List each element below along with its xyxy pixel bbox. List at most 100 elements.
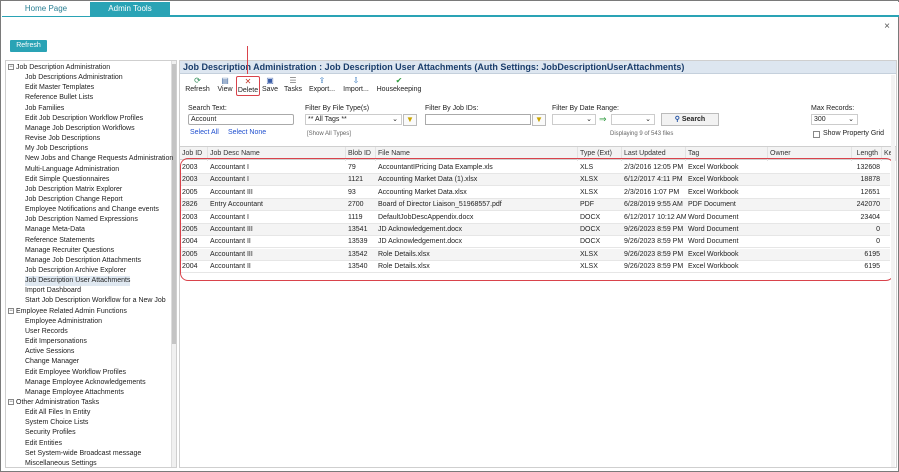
table-row[interactable]: 2826 Entry Accountant 2700 Board of Directo… — [180, 199, 890, 212]
tree-item[interactable]: Miscellaneous Settings — [25, 459, 97, 467]
save-button[interactable]: ▣ Save — [260, 76, 280, 96]
tree-item[interactable]: My Job Descriptions — [25, 144, 88, 154]
column-header[interactable]: Type (Ext) — [578, 147, 622, 161]
tree-item[interactable]: Multi-Language Administration — [25, 165, 119, 175]
max-records-select[interactable]: 300 ⌄ — [811, 114, 858, 125]
table-row[interactable]: 2005 Accountant III 13542 Role Details.xlsx… — [180, 248, 890, 261]
table-row[interactable]: 2003 Accountant I 1119 DefaultJobDescAppend… — [180, 212, 890, 224]
tree-item[interactable]: Edit Entities — [25, 439, 62, 449]
column-header[interactable]: Length — [852, 147, 882, 161]
table-row[interactable]: 2003 Accountant I 79 AccountantIPricing Dat… — [180, 162, 890, 174]
column-header[interactable]: Last Updated — [622, 147, 686, 161]
tree-item[interactable]: Manage Job Description Workflows — [25, 124, 135, 134]
select-none-link[interactable]: Select None — [228, 129, 266, 136]
table-row[interactable]: 2003 Accountant I 1121 Accounting Market Da… — [180, 174, 890, 187]
tree-item[interactable]: Job Descriptions Administration — [25, 73, 123, 83]
tab-home-page[interactable]: Home Page — [2, 2, 90, 16]
tree-item[interactable]: Job Description Named Expressions — [25, 215, 138, 225]
tree-item[interactable]: Change Manager — [25, 357, 79, 367]
import-button[interactable]: ⇩ Import... — [340, 76, 372, 96]
filter-icon[interactable]: ▼ — [532, 114, 546, 126]
table-cell: Accountant II — [210, 238, 251, 246]
tree-item[interactable]: Manage Employee Acknowledgements — [25, 378, 146, 388]
tree-item[interactable]: Edit Job Description Workflow Profiles — [25, 114, 143, 124]
column-header[interactable]: Blob ID — [346, 147, 376, 161]
tree-item[interactable]: Active Sessions — [25, 347, 74, 357]
table-row[interactable]: 2005 Accountant III 13541 JD Acknowledgemen… — [180, 224, 890, 236]
tree-item-label: Job Description User Attachments — [25, 277, 131, 285]
search-button-label: Search — [681, 116, 706, 123]
tree-group[interactable]: − Employee Related Admin Functions — [8, 307, 127, 317]
main-scrollbar[interactable] — [891, 75, 895, 467]
refresh-button[interactable]: Refresh — [10, 40, 47, 52]
column-header[interactable]: File Name — [376, 147, 578, 161]
close-icon[interactable]: × — [884, 21, 890, 32]
tree-item[interactable]: Job Description Change Report — [25, 195, 123, 205]
tree-item[interactable]: Manage Meta-Data — [25, 225, 85, 235]
job-ids-label: Filter By Job IDs: — [425, 105, 479, 112]
collapse-icon[interactable]: − — [8, 399, 14, 406]
tree-item[interactable]: User Records — [25, 327, 68, 337]
tree-item[interactable]: New Jobs and Change Requests Administrat… — [25, 154, 173, 164]
tree-item[interactable]: Edit Simple Questionnaires — [25, 175, 109, 185]
search-button[interactable]: ⚲ Search — [661, 113, 719, 126]
tree-item[interactable]: Manage Job Description Attachments — [25, 256, 141, 266]
filter-icon[interactable]: ▼ — [403, 114, 417, 126]
tree-item[interactable]: Manage Recruiter Questions — [25, 246, 114, 256]
tree-item[interactable]: Job Description Archive Explorer — [25, 266, 126, 276]
tree-item[interactable]: Employee Administration — [25, 317, 102, 327]
tree-item[interactable]: Set System-wide Broadcast message — [25, 449, 141, 459]
collapse-icon[interactable]: − — [8, 307, 14, 314]
table-row[interactable]: 2005 Accountant III 93 Accounting Market Da… — [180, 187, 890, 199]
view-button[interactable]: ▤ View — [215, 76, 235, 96]
column-header[interactable]: Tag — [686, 147, 768, 161]
export-button[interactable]: ⇪ Export... — [307, 76, 337, 96]
tab-admin-tools[interactable]: Admin Tools — [90, 2, 170, 16]
tree-scroll-thumb[interactable] — [172, 64, 176, 344]
tree-item[interactable]: Start Job Description Workflow for a New… — [25, 296, 166, 306]
tree-item[interactable]: Manage Employee Attachments — [25, 388, 124, 398]
tree-group[interactable]: − Other Administration Tasks — [8, 398, 99, 408]
toolbar-button-label: Housekeeping — [376, 86, 422, 93]
tree-item[interactable]: Revise Job Descriptions — [25, 134, 100, 144]
job-ids-input[interactable] — [425, 114, 531, 125]
housekeeping-button[interactable]: ✔ Housekeeping — [376, 76, 422, 96]
tree-item[interactable]: Reference Bullet Lists — [25, 93, 93, 103]
column-header[interactable]: Job ID — [180, 147, 208, 161]
tree-item-label: Security Profiles — [25, 429, 76, 437]
page-title: Job Description Administration : Job Des… — [180, 61, 896, 74]
tree-item[interactable]: Job Description User Attachments — [25, 276, 131, 287]
tree-item[interactable]: Job Description Matrix Explorer — [25, 185, 122, 195]
tree-item[interactable]: Reference Statements — [25, 236, 95, 246]
column-header[interactable]: Job Desc Name — [208, 147, 346, 161]
show-property-grid-checkbox[interactable] — [813, 131, 820, 138]
table-row[interactable]: 2004 Accountant II 13540 Role Details.xlsx X… — [180, 261, 890, 274]
column-header[interactable]: Owner — [768, 147, 852, 161]
tree-scrollbar[interactable] — [171, 61, 176, 467]
refresh-button[interactable]: ⟳ Refresh — [184, 76, 211, 96]
table-cell: 2003 — [182, 164, 198, 171]
tree-item[interactable]: Job Families — [25, 104, 64, 114]
table-cell — [768, 199, 852, 211]
tree-item[interactable]: Import Dashboard — [25, 286, 81, 296]
show-all-types-link[interactable]: [Show All Types] — [307, 131, 351, 137]
tree-item[interactable]: Edit All Files In Entity — [25, 408, 90, 418]
select-all-link[interactable]: Select All — [190, 129, 219, 136]
delete-button[interactable]: ✕ Delete — [236, 76, 260, 96]
tree-item[interactable]: Security Profiles — [25, 428, 76, 438]
date-to-select[interactable]: ⌄ — [611, 114, 655, 125]
date-from-select[interactable]: ⌄ — [552, 114, 596, 125]
tree-item[interactable]: Edit Employee Workflow Profiles — [25, 368, 126, 378]
tree-item[interactable]: Edit Master Templates — [25, 83, 94, 93]
tree-item[interactable]: System Choice Lists — [25, 418, 88, 428]
search-input[interactable]: Account — [188, 114, 294, 125]
toolbar-button-label: Delete — [237, 87, 259, 94]
tree-group[interactable]: − Job Description Administration — [8, 63, 110, 73]
tasks-button[interactable]: ☰ Tasks — [282, 76, 304, 96]
file-type-select[interactable]: ** All Tags ** ⌄ — [305, 114, 402, 125]
table-row[interactable]: 2004 Accountant II 13539 JD Acknowledgement… — [180, 236, 890, 249]
tree-item[interactable]: Employee Notifications and Change events — [25, 205, 159, 215]
tree-item[interactable]: Edit Impersonations — [25, 337, 87, 347]
collapse-icon[interactable]: − — [8, 64, 14, 71]
refresh-icon: ⟳ — [194, 76, 201, 85]
